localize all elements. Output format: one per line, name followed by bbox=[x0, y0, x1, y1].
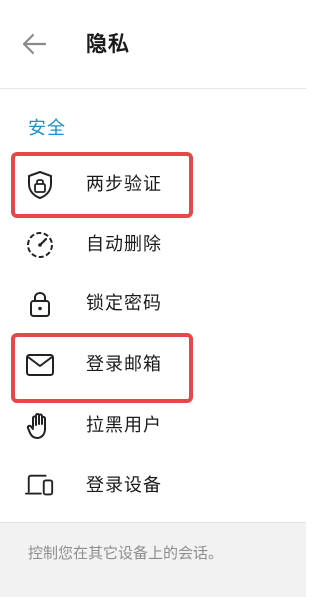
footer-text: 控制您在其它设备上的会话。 bbox=[28, 544, 224, 562]
menu-item-blocked-users[interactable]: 拉黑用户 bbox=[0, 397, 306, 455]
menu-item-passcode-lock[interactable]: 锁定密码 bbox=[0, 275, 306, 333]
menu-label: 拉黑用户 bbox=[86, 415, 162, 436]
menu-label: 登录邮箱 bbox=[86, 354, 162, 375]
mail-icon bbox=[25, 350, 55, 380]
menu-item-two-step-verification[interactable]: 两步验证 bbox=[0, 156, 306, 214]
menu-label: 两步验证 bbox=[86, 174, 162, 195]
menu-item-login-devices[interactable]: 登录设备 bbox=[0, 457, 306, 515]
lock-icon bbox=[25, 289, 55, 319]
timer-icon bbox=[25, 230, 55, 260]
arrow-left-icon bbox=[22, 33, 47, 55]
devices-icon bbox=[25, 471, 55, 501]
shield-lock-icon bbox=[25, 170, 55, 200]
menu-item-auto-delete[interactable]: 自动删除 bbox=[0, 216, 306, 274]
back-button[interactable] bbox=[14, 28, 54, 60]
top-bar: 隐私 bbox=[0, 0, 306, 89]
menu-label: 登录设备 bbox=[86, 475, 162, 496]
menu-label: 锁定密码 bbox=[86, 293, 162, 314]
footer-note: 控制您在其它设备上的会话。 bbox=[0, 522, 306, 597]
section-title-security: 安全 bbox=[28, 118, 66, 139]
menu-item-login-email[interactable]: 登录邮箱 bbox=[0, 336, 306, 394]
hand-icon bbox=[25, 411, 55, 441]
page-title: 隐私 bbox=[86, 32, 130, 56]
menu-label: 自动删除 bbox=[86, 234, 162, 255]
